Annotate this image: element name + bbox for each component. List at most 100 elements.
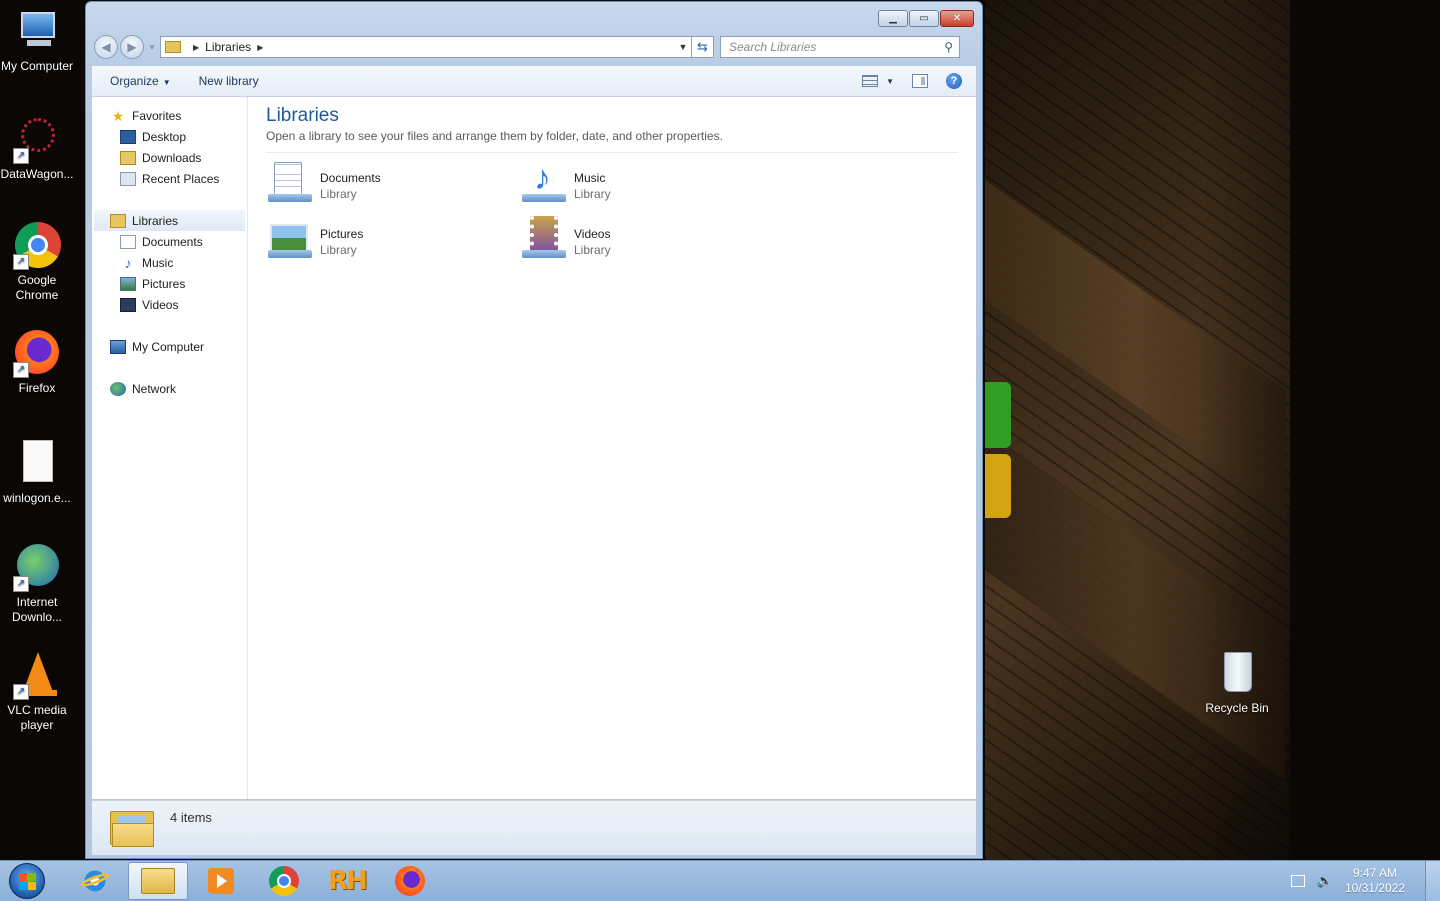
forward-arrow-icon: ▶: [127, 40, 137, 54]
library-documents[interactable]: Documents Library: [266, 160, 520, 216]
desktop-icon: [120, 129, 136, 144]
clock-date: 10/31/2022: [1344, 881, 1405, 895]
datawagon-icon: ↗: [13, 116, 61, 164]
library-grid: Documents Library ♪ Music Library Pictur…: [266, 160, 958, 272]
nav-pictures[interactable]: Pictures: [92, 273, 247, 294]
nav-downloads[interactable]: Downloads: [92, 147, 247, 168]
search-input[interactable]: [727, 39, 945, 55]
firefox-icon: [395, 866, 425, 896]
desktop-icon-datawagon[interactable]: ↗ DataWagon...: [0, 116, 75, 182]
change-view-button[interactable]: ▼: [862, 75, 894, 87]
volume-icon[interactable]: 🔈: [1317, 873, 1333, 889]
library-videos[interactable]: Videos Library: [520, 216, 774, 272]
clock-time: 9:47 AM: [1352, 866, 1397, 880]
video-icon: [120, 297, 136, 312]
maximize-button[interactable]: ▭: [909, 10, 939, 27]
address-dropdown-icon[interactable]: ▼: [675, 42, 691, 52]
show-desktop-button[interactable]: [1425, 861, 1440, 901]
music-note-icon: ♪: [124, 254, 132, 271]
chrome-icon: ↗: [13, 222, 61, 270]
desktop-icon-vlc[interactable]: ↗ VLC media player: [0, 652, 75, 733]
window-body: ★ Favorites Desktop Downloads Recent Pla…: [92, 97, 976, 799]
downloads-folder-icon: [120, 150, 136, 165]
recycle-bin-icon: [1213, 650, 1261, 698]
nav-network[interactable]: Network: [92, 378, 247, 399]
network-icon: [110, 381, 126, 396]
shortcut-arrow-icon: ↗: [13, 576, 29, 592]
system-tray: 🔈 9:47 AM 10/31/2022: [1290, 866, 1425, 896]
search-icon[interactable]: ⚲: [944, 40, 953, 54]
search-box[interactable]: ⚲: [720, 36, 960, 58]
action-center-icon[interactable]: [1290, 875, 1305, 887]
refresh-button[interactable]: ⇆: [692, 36, 714, 58]
breadcrumb-arrow-icon[interactable]: ▶: [193, 43, 199, 52]
nav-favorites[interactable]: ★ Favorites: [92, 105, 247, 126]
clock[interactable]: 9:47 AM 10/31/2022: [1345, 866, 1405, 896]
taskbar-windows-explorer[interactable]: [128, 862, 188, 900]
shortcut-arrow-icon: ↗: [13, 362, 29, 378]
picture-icon: [120, 276, 136, 291]
minimize-button[interactable]: ▁: [878, 10, 908, 27]
chevron-down-icon: ▼: [162, 78, 171, 87]
nav-videos[interactable]: Videos: [92, 294, 247, 315]
document-icon: [120, 234, 136, 249]
views-icon: [862, 75, 879, 87]
new-library-button[interactable]: New library: [189, 74, 269, 88]
computer-icon: [13, 8, 61, 56]
nav-my-computer[interactable]: My Computer: [92, 336, 247, 357]
desktop-icon-google-chrome[interactable]: ↗ Google Chrome: [0, 222, 75, 303]
chrome-icon: [269, 866, 299, 896]
taskbar-firefox[interactable]: [380, 862, 440, 900]
breadcrumb-libraries[interactable]: Libraries: [205, 40, 251, 54]
recent-pages-dropdown[interactable]: ▼: [148, 43, 158, 52]
nav-music[interactable]: ♪ Music: [92, 252, 247, 273]
item-count: 4 items: [170, 810, 212, 825]
star-icon: ★: [111, 107, 125, 124]
taskbar-internet-explorer[interactable]: [65, 862, 125, 900]
shortcut-arrow-icon: ↗: [13, 254, 29, 270]
navigation-pane: ★ Favorites Desktop Downloads Recent Pla…: [92, 97, 248, 799]
close-button[interactable]: ✕: [940, 10, 974, 27]
start-button[interactable]: [9, 863, 45, 899]
help-icon[interactable]: ?: [946, 73, 962, 89]
windows-explorer-icon: [141, 868, 175, 894]
breadcrumb-arrow-icon[interactable]: ▶: [257, 43, 263, 52]
rh-icon: RH: [328, 866, 368, 896]
refresh-icon: ⇆: [697, 39, 708, 54]
nav-libraries[interactable]: Libraries: [94, 210, 245, 231]
desktop-icon-internet-download-manager[interactable]: ↗ Internet Downlo...: [0, 544, 75, 625]
desktop-icon-my-computer[interactable]: My Computer: [0, 8, 75, 74]
library-pictures[interactable]: Pictures Library: [266, 216, 520, 272]
taskbar-media-player[interactable]: [191, 862, 251, 900]
media-player-icon: [208, 868, 234, 894]
back-button[interactable]: ◀: [94, 35, 118, 59]
nav-recent-places[interactable]: Recent Places: [92, 168, 247, 189]
explorer-window: ▁ ▭ ✕ ◀ ▶ ▼ ▶ Libraries ▶ ▼ ⇆ ⚲ Organize…: [85, 1, 983, 859]
wallpaper-yellow-tab: [985, 454, 1011, 518]
shortcut-arrow-icon: ↗: [13, 684, 29, 700]
taskbar-chrome[interactable]: [254, 862, 314, 900]
desktop-icon-firefox[interactable]: ↗ Firefox: [0, 330, 75, 396]
recent-places-icon: [120, 171, 136, 186]
window-caption-buttons: ▁ ▭ ✕: [878, 10, 974, 27]
preview-pane-button[interactable]: [912, 74, 928, 88]
libraries-folder-icon: [110, 807, 154, 847]
file-icon: [13, 440, 61, 488]
navigation-bar: ◀ ▶ ▼ ▶ Libraries ▶ ▼ ⇆ ⚲: [94, 34, 974, 60]
desktop-icon-winlogon[interactable]: winlogon.e...: [0, 440, 75, 506]
forward-button[interactable]: ▶: [120, 35, 144, 59]
taskbar: RH 🔈 9:47 AM 10/31/2022: [0, 860, 1440, 901]
organize-button[interactable]: Organize ▼: [100, 74, 181, 88]
videos-library-icon: [520, 216, 568, 262]
wallpaper-green-tab: [985, 382, 1011, 448]
address-bar[interactable]: ▶ Libraries ▶ ▼: [160, 36, 692, 58]
desktop-icon-recycle-bin[interactable]: Recycle Bin: [1199, 650, 1275, 716]
nav-desktop[interactable]: Desktop: [92, 126, 247, 147]
nav-documents[interactable]: Documents: [92, 231, 247, 252]
taskbar-rh[interactable]: RH: [317, 862, 377, 900]
organize-label: Organize: [110, 74, 159, 88]
back-arrow-icon: ◀: [101, 40, 111, 54]
library-music[interactable]: ♪ Music Library: [520, 160, 774, 216]
libraries-folder-icon: [165, 41, 181, 53]
vlc-icon: ↗: [13, 652, 61, 700]
